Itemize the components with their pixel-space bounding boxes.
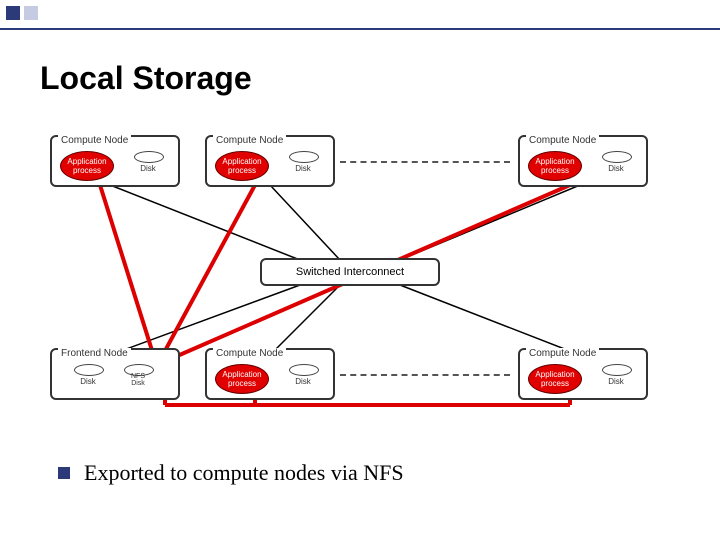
decor-square-dark — [6, 6, 20, 20]
compute-node: Compute Node Application process Disk — [518, 348, 648, 400]
slide-title: Local Storage — [40, 60, 252, 97]
node-title: Compute Node — [526, 135, 599, 146]
node-title: Compute Node — [213, 348, 286, 359]
node-title: Frontend Node — [58, 348, 131, 359]
diagram-container: Compute Node Application process Disk Co… — [40, 130, 680, 430]
disk-icon: Disk — [289, 364, 317, 394]
disk-icon: Disk — [74, 364, 102, 394]
application-process-icon: Application process — [528, 364, 582, 394]
ellipsis-line — [340, 374, 510, 376]
compute-node: Compute Node Application process Disk — [205, 135, 335, 187]
bullet-square-icon — [58, 467, 70, 479]
application-process-icon: Application process — [528, 151, 582, 181]
compute-node: Compute Node Application process Disk — [518, 135, 648, 187]
switched-interconnect: Switched Interconnect — [260, 258, 440, 286]
ellipsis-line — [340, 161, 510, 163]
application-process-icon: Application process — [215, 151, 269, 181]
disk-icon: Disk — [602, 364, 630, 394]
decor-square-light — [24, 6, 38, 20]
slide-header-bar — [0, 0, 720, 30]
application-process-icon: Application process — [60, 151, 114, 181]
nfs-disk-icon: NFS Disk — [124, 364, 152, 394]
node-title: Compute Node — [526, 348, 599, 359]
disk-icon: Disk — [134, 151, 162, 181]
disk-icon: Disk — [289, 151, 317, 181]
bullet-text: Exported to compute nodes via NFS — [84, 460, 404, 486]
disk-icon: Disk — [602, 151, 630, 181]
bullet-item: Exported to compute nodes via NFS — [58, 460, 404, 486]
compute-node: Compute Node Application process Disk — [50, 135, 180, 187]
node-title: Compute Node — [213, 135, 286, 146]
frontend-node: Frontend Node Disk NFS Disk — [50, 348, 180, 400]
nfs-disk-label: NFS Disk — [124, 373, 152, 387]
compute-node: Compute Node Application process Disk — [205, 348, 335, 400]
node-title: Compute Node — [58, 135, 131, 146]
application-process-icon: Application process — [215, 364, 269, 394]
